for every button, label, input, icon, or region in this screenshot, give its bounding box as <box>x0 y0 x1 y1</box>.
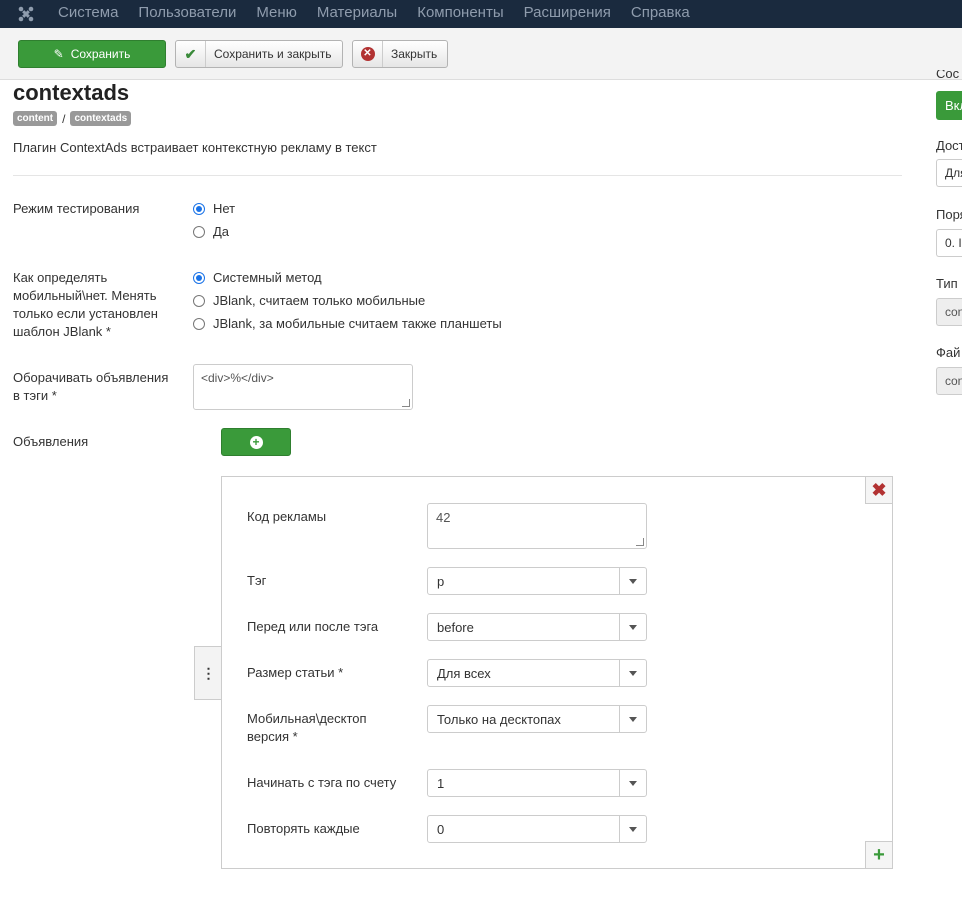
test-mode-option-yes-label: Да <box>213 224 230 239</box>
start-from-select-value: 1 <box>437 775 445 791</box>
drag-handle[interactable]: ⋮ <box>194 646 222 700</box>
ad-code-value: 42 <box>436 510 451 525</box>
plus-icon: + <box>873 844 885 866</box>
page-title: contextads <box>13 80 130 105</box>
radio-icon-checked[interactable] <box>193 202 205 215</box>
save-and-close-label: Сохранить и закрыть <box>214 47 332 61</box>
wrap-tags-label: Оборачивать объявления в тэги * <box>13 370 169 403</box>
device-select-value: Только на десктопах <box>437 711 561 727</box>
file-label: Фай <box>936 345 961 360</box>
type-label: Тип <box>936 276 958 291</box>
status-enabled-button[interactable]: Вкл <box>936 91 962 120</box>
mobile-detect-option-system-label: Системный метод <box>213 270 322 285</box>
article-size-select-value: Для всех <box>437 665 491 681</box>
tag-select-value: p <box>437 573 445 589</box>
menu-item-components[interactable]: Компоненты <box>417 0 503 28</box>
start-from-select[interactable]: 1 <box>427 769 647 797</box>
menu-item-extensions[interactable]: Расширения <box>524 0 611 28</box>
toolbar: ✎ Сохранить ✔ Сохранить и закрыть ✕ Закр… <box>0 28 962 80</box>
mobile-detect-option-jblank-tablet-label: JBlank, за мобильные считаем также планш… <box>213 316 502 331</box>
test-mode-option-yes[interactable]: Да <box>193 224 229 239</box>
position-select-value: before <box>437 619 474 635</box>
tag-label: Тэг <box>247 573 267 588</box>
chevron-down-icon[interactable] <box>619 568 646 594</box>
radio-icon[interactable] <box>193 317 205 330</box>
breadcrumb-folder: content <box>13 111 58 126</box>
wrap-tags-textarea[interactable]: <div>%</div> <box>193 364 413 410</box>
ad-code-textarea[interactable]: 42 <box>427 503 647 549</box>
access-label: Дост <box>936 138 962 153</box>
add-ad-button[interactable]: + <box>221 428 291 456</box>
save-and-close-button[interactable]: ✔ Сохранить и закрыть <box>175 40 343 68</box>
resize-handle-icon[interactable] <box>402 399 410 407</box>
remove-ad-button[interactable]: ✖ <box>865 476 893 504</box>
radio-icon[interactable] <box>193 294 205 307</box>
mobile-detect-option-jblank-mobile[interactable]: JBlank, считаем только мобильные <box>193 293 425 308</box>
menu-item-menus[interactable]: Меню <box>256 0 297 28</box>
radio-icon[interactable] <box>193 225 205 238</box>
close-button[interactable]: ✕ Закрыть <box>352 40 448 68</box>
chevron-down-icon[interactable] <box>619 660 646 686</box>
file-field: con <box>936 367 962 395</box>
mobile-detect-label: Как определять мобильный\нет. Менять тол… <box>13 270 158 339</box>
add-row-button[interactable]: + <box>865 841 893 869</box>
plus-circle-icon: + <box>249 435 263 449</box>
divider <box>13 175 902 176</box>
main-menu: Система Пользователи Меню Материалы Комп… <box>58 0 710 28</box>
chevron-down-icon[interactable] <box>619 816 646 842</box>
joomla-icon[interactable] <box>17 5 35 23</box>
status-label: Сос <box>936 70 960 80</box>
plugin-description: Плагин ContextAds встраивает контекстную… <box>13 140 377 155</box>
chevron-down-icon[interactable] <box>619 770 646 796</box>
ads-label: Объявления <box>13 434 89 449</box>
type-field: con <box>936 298 962 326</box>
device-select[interactable]: Только на десктопах <box>427 705 647 733</box>
repeat-every-label: Повторять каждые <box>247 821 360 836</box>
resize-handle-icon[interactable] <box>636 538 644 546</box>
chevron-down-icon[interactable] <box>619 614 646 640</box>
chevron-down-icon[interactable] <box>619 706 646 732</box>
tag-select[interactable]: p <box>427 567 647 595</box>
ordering-label: Поря <box>936 207 962 222</box>
test-mode-option-no-label: Нет <box>213 201 236 216</box>
menu-item-system[interactable]: Система <box>58 0 118 28</box>
ad-code-label: Код рекламы <box>247 509 327 524</box>
breadcrumb-element: contextads <box>70 111 132 126</box>
breadcrumb: content / contextads <box>13 111 132 126</box>
repeat-every-select[interactable]: 0 <box>427 815 647 843</box>
close-label: Закрыть <box>391 47 438 61</box>
position-label: Перед или после тэга <box>247 619 379 634</box>
article-size-label: Размер статьи * <box>247 665 344 680</box>
cancel-icon: ✕ <box>353 41 383 67</box>
position-select[interactable]: before <box>427 613 647 641</box>
wrap-tags-value: <div>%</div> <box>201 371 274 385</box>
mobile-detect-option-jblank-tablet[interactable]: JBlank, за мобильные считаем также планш… <box>193 316 502 331</box>
radio-icon-checked[interactable] <box>193 271 205 284</box>
menu-item-content[interactable]: Материалы <box>317 0 397 28</box>
save-button[interactable]: ✎ Сохранить <box>18 40 166 68</box>
mobile-detect-option-jblank-mobile-label: JBlank, считаем только мобильные <box>213 293 426 308</box>
check-icon: ✔ <box>176 41 206 67</box>
menu-item-users[interactable]: Пользователи <box>138 0 236 28</box>
access-select[interactable]: Для <box>936 159 962 187</box>
start-from-label: Начинать с тэга по счету <box>247 775 397 790</box>
article-size-select[interactable]: Для всех <box>427 659 647 687</box>
test-mode-label: Режим тестирования <box>13 201 140 216</box>
top-navbar: Система Пользователи Меню Материалы Комп… <box>0 0 962 28</box>
edit-icon: ✎ <box>53 47 64 61</box>
close-icon: ✖ <box>871 480 887 500</box>
ordering-select[interactable]: 0. I <box>936 229 962 257</box>
vertical-dots-icon: ⋮ <box>201 664 216 681</box>
menu-item-help[interactable]: Справка <box>631 0 690 28</box>
test-mode-option-no[interactable]: Нет <box>193 201 235 216</box>
repeat-every-select-value: 0 <box>437 821 445 837</box>
mobile-detect-option-system[interactable]: Системный метод <box>193 270 322 285</box>
breadcrumb-separator: / <box>62 111 66 126</box>
save-button-label: Сохранить <box>70 47 131 61</box>
device-label: Мобильная\десктоп версия * <box>247 711 367 744</box>
